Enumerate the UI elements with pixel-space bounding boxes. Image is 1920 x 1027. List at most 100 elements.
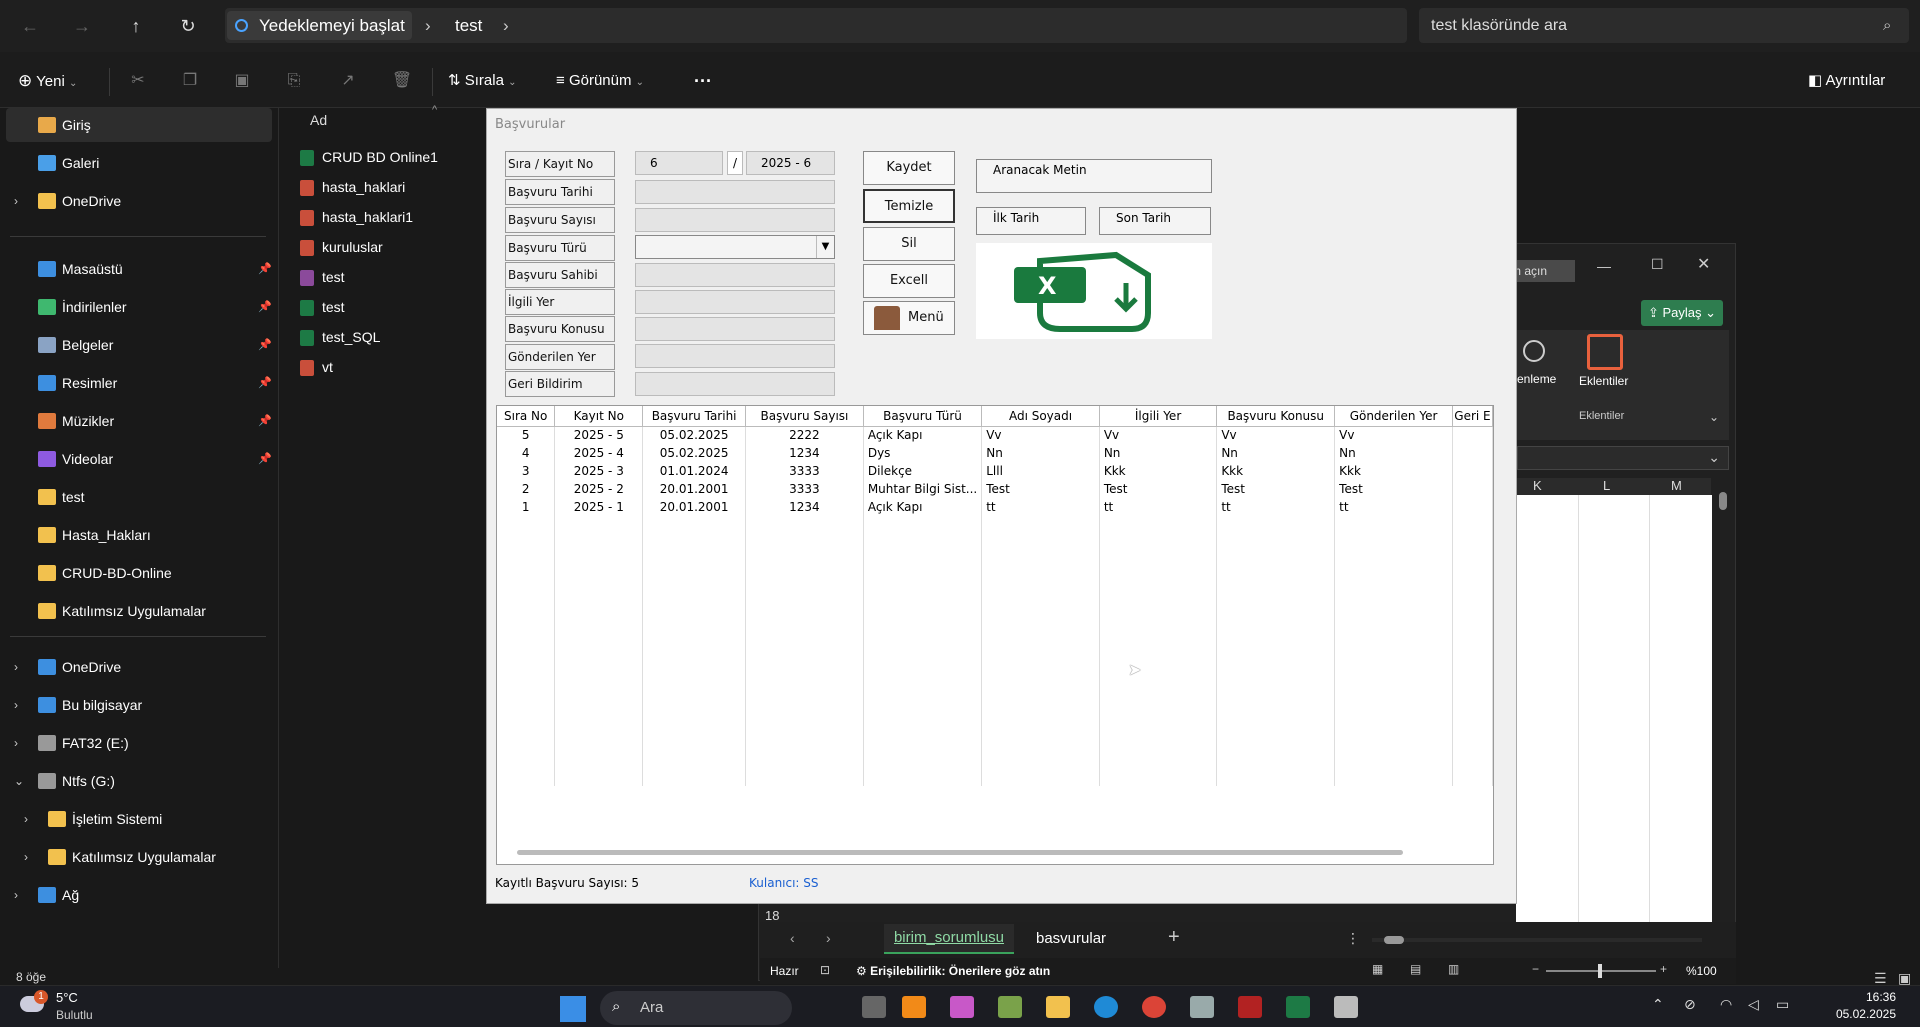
taskbar-search[interactable]: ⌕ Ara bbox=[600, 991, 792, 1025]
sidebar-item[interactable]: Müzikler 📌 bbox=[0, 404, 274, 438]
table-row[interactable]: 4 2025 - 4 05.02.2025 1234 Dys Nn Nn Nn Nn bbox=[497, 444, 1493, 462]
sidebar-item[interactable]: ⌄ Ntfs (G:) bbox=[0, 764, 274, 798]
column-header[interactable]: Geri E bbox=[1452, 406, 1493, 427]
pin-icon[interactable]: 📌 bbox=[258, 404, 272, 438]
start-icon[interactable] bbox=[560, 996, 586, 1022]
chevron-icon[interactable]: › bbox=[24, 840, 28, 874]
app-icon[interactable] bbox=[1190, 996, 1214, 1018]
cut-icon[interactable]: ✂ bbox=[124, 66, 152, 96]
vlc-icon[interactable] bbox=[902, 996, 926, 1018]
horizontal-scrollbar[interactable] bbox=[517, 850, 1403, 855]
sidebar-item[interactable]: › Ağ bbox=[0, 878, 274, 912]
share-button[interactable]: ⇪ Paylaş ⌄ bbox=[1641, 300, 1723, 326]
column-header[interactable]: Gönderilen Yer bbox=[1334, 406, 1453, 427]
weather-temp[interactable]: 5°C bbox=[56, 990, 78, 1005]
sidebar-item[interactable]: Katılımsız Uygulamalar bbox=[0, 594, 274, 628]
rename-icon[interactable]: ⎘ bbox=[280, 66, 308, 96]
sidebar-item[interactable]: Belgeler 📌 bbox=[0, 328, 274, 362]
table-row[interactable]: 2 2025 - 2 20.01.2001 3333 Muhtar Bilgi Sist… bbox=[497, 480, 1493, 498]
sidebar-item[interactable]: › FAT32 (E:) bbox=[0, 726, 274, 760]
sheet-grid[interactable] bbox=[1516, 495, 1712, 923]
details-button[interactable]: ◧ Ayrıntılar bbox=[1808, 66, 1885, 96]
task-view-icon[interactable] bbox=[862, 996, 886, 1018]
tab-prev-icon[interactable]: ‹ bbox=[790, 930, 795, 946]
minimize-icon[interactable]: — bbox=[1597, 258, 1611, 274]
sidebar-item[interactable]: Hasta_Hakları bbox=[0, 518, 274, 552]
address-bar[interactable]: Yedeklemeyi başlat › test › bbox=[225, 8, 1407, 43]
tab-next-icon[interactable]: › bbox=[826, 930, 831, 946]
sidebar-item[interactable]: › OneDrive bbox=[0, 650, 274, 684]
sidebar-item[interactable]: test bbox=[0, 480, 274, 514]
column-header[interactable]: Adı Soyadı bbox=[981, 406, 1100, 427]
maximize-icon[interactable]: ☐ bbox=[1651, 256, 1664, 273]
gonderilen-yer-input[interactable] bbox=[635, 344, 835, 368]
sidebar-item[interactable]: Galeri bbox=[0, 146, 274, 180]
add-sheet-icon[interactable]: + bbox=[1168, 926, 1180, 949]
last-date-input[interactable]: Son Tarih bbox=[1099, 207, 1211, 235]
clear-button[interactable]: Temizle bbox=[863, 189, 955, 223]
share-icon[interactable]: ↗ bbox=[334, 66, 362, 96]
scrollbar-thumb[interactable] bbox=[1719, 492, 1727, 510]
pin-icon[interactable]: 📌 bbox=[258, 442, 272, 476]
chrome-icon[interactable] bbox=[1142, 996, 1166, 1018]
filezilla-icon[interactable] bbox=[1238, 996, 1262, 1018]
more-options-icon[interactable]: ··· bbox=[694, 66, 712, 96]
table-row[interactable]: 5 2025 - 5 05.02.2025 2222 Açık Kapı Vv Vv Vv Vv bbox=[497, 426, 1493, 444]
basvuru-konusu-input[interactable] bbox=[635, 317, 835, 341]
sheet-tab-birim-sorumlusu[interactable]: birim_sorumlusu bbox=[884, 924, 1014, 954]
chevron-icon[interactable]: ⌄ bbox=[14, 764, 24, 798]
chevron-icon[interactable]: › bbox=[24, 802, 28, 836]
chevron-icon[interactable]: › bbox=[14, 688, 18, 722]
menu-button[interactable]: Menü bbox=[863, 301, 955, 335]
column-l[interactable]: L bbox=[1603, 478, 1610, 493]
kayit-no-input[interactable]: 2025 - 6 bbox=[746, 151, 835, 175]
pin-icon[interactable]: 📌 bbox=[258, 366, 272, 400]
chevron-down-icon[interactable]: ⌄ bbox=[1709, 410, 1719, 424]
chevron-icon[interactable]: › bbox=[14, 878, 18, 912]
sidebar-item[interactable]: İndirilenler 📌 bbox=[0, 290, 274, 324]
view-button[interactable]: ≡ Görünüm ⌄ bbox=[556, 66, 644, 96]
chevron-icon[interactable]: › bbox=[14, 726, 18, 760]
column-m[interactable]: M bbox=[1671, 478, 1682, 493]
zoom-in-icon[interactable]: + bbox=[1660, 962, 1667, 976]
pin-icon[interactable]: 📌 bbox=[258, 328, 272, 362]
vertical-scrollbar[interactable] bbox=[1717, 478, 1729, 954]
pin-icon[interactable]: 📌 bbox=[258, 252, 272, 286]
column-header[interactable]: Başvuru Tarihi bbox=[642, 406, 747, 427]
sidebar-item[interactable]: CRUD-BD-Online bbox=[0, 556, 274, 590]
edge-icon[interactable] bbox=[1094, 996, 1118, 1018]
sira-no-input[interactable]: 6 bbox=[635, 151, 723, 175]
sidebar-item[interactable]: › Bu bilgisayar bbox=[0, 688, 274, 722]
column-header[interactable]: Başvuru Türü bbox=[863, 406, 983, 427]
table-row[interactable]: 1 2025 - 1 20.01.2001 1234 Açık Kapı tt tt tt tt bbox=[497, 498, 1493, 516]
copilot-icon[interactable] bbox=[950, 996, 974, 1018]
accessibility-status[interactable]: ⚙ Erişilebilirlik: Önerilere göz atın bbox=[856, 964, 1050, 978]
basvuru-sayisi-input[interactable] bbox=[635, 208, 835, 232]
excel-export-button[interactable]: Excell bbox=[863, 264, 955, 298]
applications-table[interactable]: Sıra No Kayıt No Başvuru Tarihi Başvuru Say… bbox=[496, 405, 1494, 865]
zoom-out-icon[interactable]: − bbox=[1532, 962, 1539, 976]
excel-logo-button[interactable]: X bbox=[976, 243, 1212, 339]
first-date-input[interactable]: İlk Tarih bbox=[976, 207, 1086, 235]
new-button[interactable]: ⊕ Yeni ⌄ bbox=[18, 66, 77, 96]
excel-icon[interactable] bbox=[1286, 996, 1310, 1018]
back-arrow-icon[interactable]: ← bbox=[14, 10, 46, 42]
sort-button[interactable]: ⇅ Sırala ⌄ bbox=[448, 66, 517, 96]
column-header[interactable]: İlgili Yer bbox=[1099, 406, 1218, 427]
app-icon[interactable] bbox=[998, 996, 1022, 1018]
sidebar-item[interactable]: › İşletim Sistemi bbox=[0, 802, 274, 836]
zoom-slider-thumb[interactable] bbox=[1598, 964, 1602, 978]
addins-icon[interactable] bbox=[1587, 334, 1623, 370]
sidebar-item[interactable]: Giriş bbox=[6, 108, 272, 142]
normal-view-icon[interactable]: ▦ bbox=[1372, 962, 1383, 976]
zoom-slider[interactable] bbox=[1546, 964, 1656, 978]
column-header[interactable]: Başvuru Sayısı bbox=[745, 406, 864, 427]
copy-icon[interactable]: ❐ bbox=[176, 66, 204, 96]
forward-arrow-icon[interactable]: → bbox=[66, 10, 98, 42]
column-k[interactable]: K bbox=[1533, 478, 1542, 493]
page-layout-icon[interactable]: ▤ bbox=[1410, 962, 1421, 976]
sidebar-item[interactable]: Resimler 📌 bbox=[0, 366, 274, 400]
column-header[interactable]: Sıra No bbox=[497, 406, 556, 427]
chevron-right-icon[interactable]: › bbox=[14, 184, 18, 218]
clock-date[interactable]: 05.02.2025 bbox=[1826, 1007, 1896, 1021]
